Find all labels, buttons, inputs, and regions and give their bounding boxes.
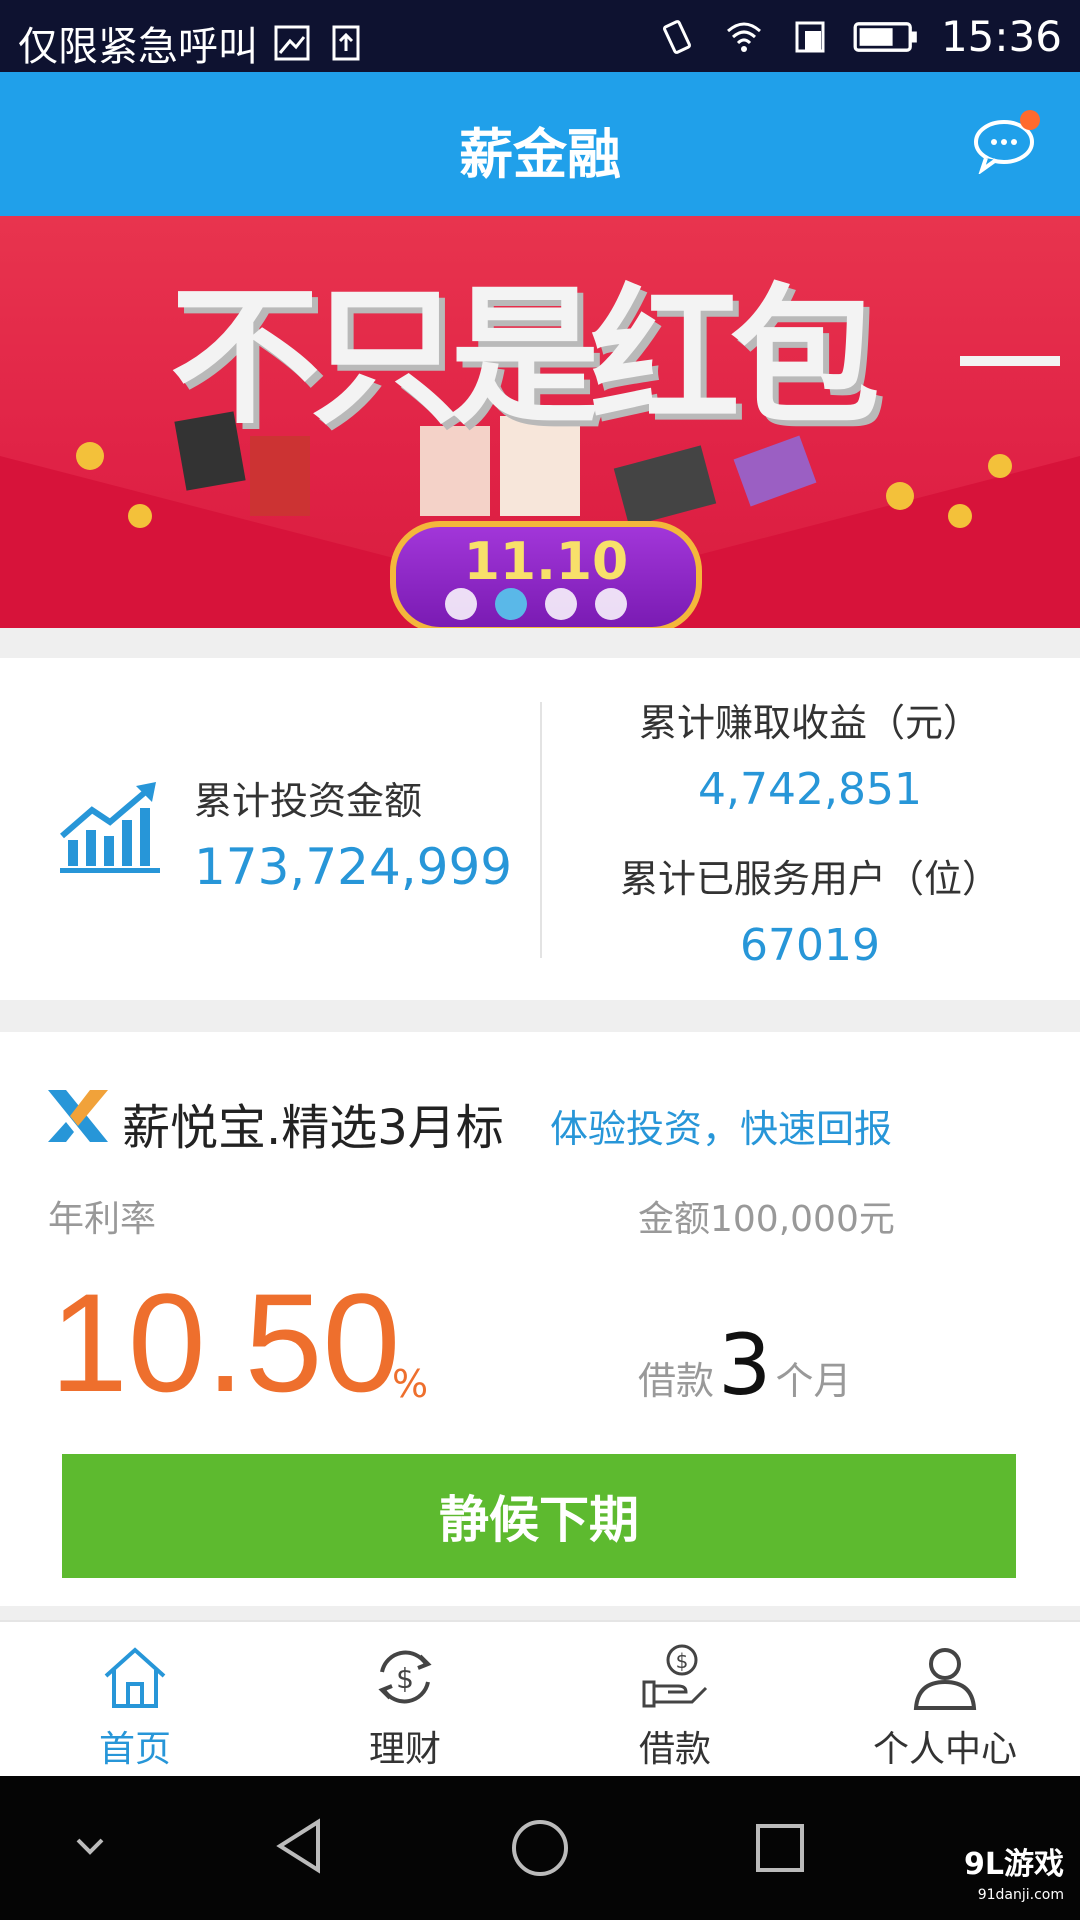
tab-label-profile: 个人中心 <box>872 1729 1017 1770</box>
growth-chart-icon <box>60 782 160 873</box>
product-name: 薪悦宝.精选3月标 <box>122 1100 504 1156</box>
recents-icon[interactable] <box>752 1820 808 1876</box>
app-header: 薪金融 <box>0 72 1080 216</box>
svg-text:$: $ <box>396 1662 414 1695</box>
earned-value: 4,742,851 <box>698 764 922 815</box>
sim-icon <box>795 21 825 52</box>
tab-finance[interactable]: $ 理财 <box>270 1622 540 1778</box>
home-circle-icon[interactable] <box>508 1816 572 1880</box>
page-title: 薪金融 <box>459 123 621 186</box>
money-cycle-icon: $ <box>378 1650 432 1704</box>
users-value: 67019 <box>740 920 880 971</box>
promo-banner[interactable]: 不只是红包 11.10 <box>0 216 1080 628</box>
rate-value: 10.50 <box>50 1264 401 1421</box>
upload-icon <box>332 25 360 61</box>
amount-label: 金额100,000元 <box>638 1199 895 1240</box>
chevron-down-icon[interactable] <box>72 1828 108 1864</box>
bottom-tab-bar: 首页 $ 理财 $ 借款 个人中心 <box>0 1620 1080 1778</box>
hand-coin-icon: $ <box>642 1644 708 1708</box>
tab-home[interactable]: 首页 <box>0 1622 270 1778</box>
system-nav-bar: 9L游戏 91danji.com <box>0 1776 1080 1920</box>
term-suffix: 个月 <box>775 1359 852 1403</box>
banner-headline: 不只是红包 <box>170 271 880 445</box>
tab-profile[interactable]: 个人中心 <box>810 1622 1080 1778</box>
home-icon <box>104 1647 166 1708</box>
loan-term: 借款 3 个月 <box>638 1316 851 1414</box>
carousel-dots[interactable] <box>445 588 627 620</box>
total-invest-label: 累计投资金额 <box>194 779 423 823</box>
tab-label-finance: 理财 <box>368 1729 441 1770</box>
brand-logo-icon <box>48 1090 108 1142</box>
product-card[interactable]: 薪悦宝.精选3月标 体验投资，快速回报 年利率 金额100,000元 10.50… <box>0 1032 1080 1606</box>
wait-next-button[interactable]: 静候下期 <box>62 1454 1016 1578</box>
term-prefix: 借款 <box>638 1359 715 1403</box>
watermark-brand: 9L游戏 <box>964 1847 1064 1882</box>
carousel-dot[interactable] <box>595 588 627 620</box>
term-value: 3 <box>718 1316 772 1414</box>
rate-unit: % <box>392 1362 429 1406</box>
earned-label: 累计赚取收益（元） <box>638 701 981 745</box>
battery-icon <box>853 21 917 52</box>
tab-label-home: 首页 <box>98 1729 171 1770</box>
carousel-dot[interactable] <box>445 588 477 620</box>
svg-text:$: $ <box>676 1649 689 1673</box>
watermark-site: 91danji.com <box>977 1887 1064 1903</box>
gallery-icon <box>274 25 310 61</box>
total-invest-value: 173,724,999 <box>194 838 513 896</box>
rate-label: 年利率 <box>48 1199 157 1240</box>
carrier-text: 仅限紧急呼叫 <box>18 24 258 70</box>
notification-dot <box>1020 110 1040 130</box>
wifi-icon <box>726 22 761 52</box>
back-icon[interactable] <box>270 1816 330 1876</box>
vibrate-icon <box>662 19 691 54</box>
chat-bubble-icon[interactable] <box>972 108 1042 174</box>
carousel-dot-active[interactable] <box>495 588 527 620</box>
tab-label-loan: 借款 <box>638 1729 711 1770</box>
status-bar: 仅限紧急呼叫 15:36 <box>0 0 1080 72</box>
carousel-dot[interactable] <box>545 588 577 620</box>
users-label: 累计已服务用户（位） <box>619 857 1000 901</box>
stats-card: 累计投资金额 173,724,999 累计赚取收益（元） 4,742,851 累… <box>0 658 1080 1000</box>
user-icon <box>913 1648 977 1710</box>
tab-loan[interactable]: $ 借款 <box>540 1622 810 1778</box>
clock: 15:36 <box>940 12 1062 61</box>
watermark: 9L游戏 91danji.com <box>964 1850 1064 1910</box>
product-slogan: 体验投资，快速回报 <box>550 1107 893 1151</box>
